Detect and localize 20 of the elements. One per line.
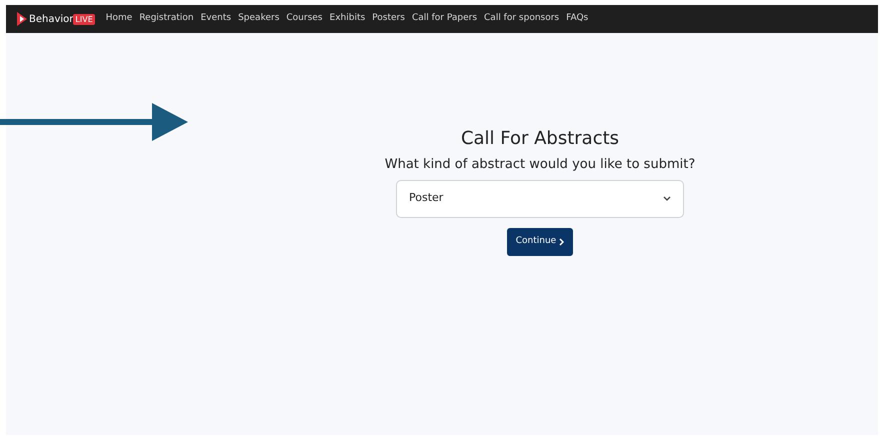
nav-link[interactable]: Events bbox=[200, 12, 232, 26]
chevron-down-icon bbox=[663, 196, 671, 202]
form-question: What kind of abstract would you like to submit? bbox=[384, 156, 696, 174]
abstract-type-select[interactable]: Poster bbox=[396, 180, 684, 218]
continue-button[interactable]: Continue bbox=[506, 228, 574, 256]
arrow-icon bbox=[0, 103, 188, 141]
nav-link[interactable]: Posters bbox=[372, 12, 405, 26]
chevron-right-icon bbox=[559, 238, 564, 246]
nav-link[interactable]: FAQs bbox=[566, 12, 588, 26]
form-title: Call For Abstracts bbox=[460, 127, 620, 151]
nav-link[interactable]: Registration bbox=[139, 12, 194, 26]
brand-name[interactable]: Behavior bbox=[29, 12, 74, 26]
nav-link[interactable]: Courses bbox=[286, 12, 323, 26]
logo-icon bbox=[16, 11, 28, 27]
nav-link[interactable]: Home bbox=[106, 12, 132, 26]
nav-link[interactable]: Speakers bbox=[238, 12, 280, 26]
nav-link[interactable]: Call for sponsors bbox=[484, 12, 560, 26]
live-badge: LIVE bbox=[73, 14, 95, 24]
nav-link[interactable]: Exhibits bbox=[330, 12, 366, 26]
nav-link[interactable]: Call for Papers bbox=[412, 12, 478, 26]
